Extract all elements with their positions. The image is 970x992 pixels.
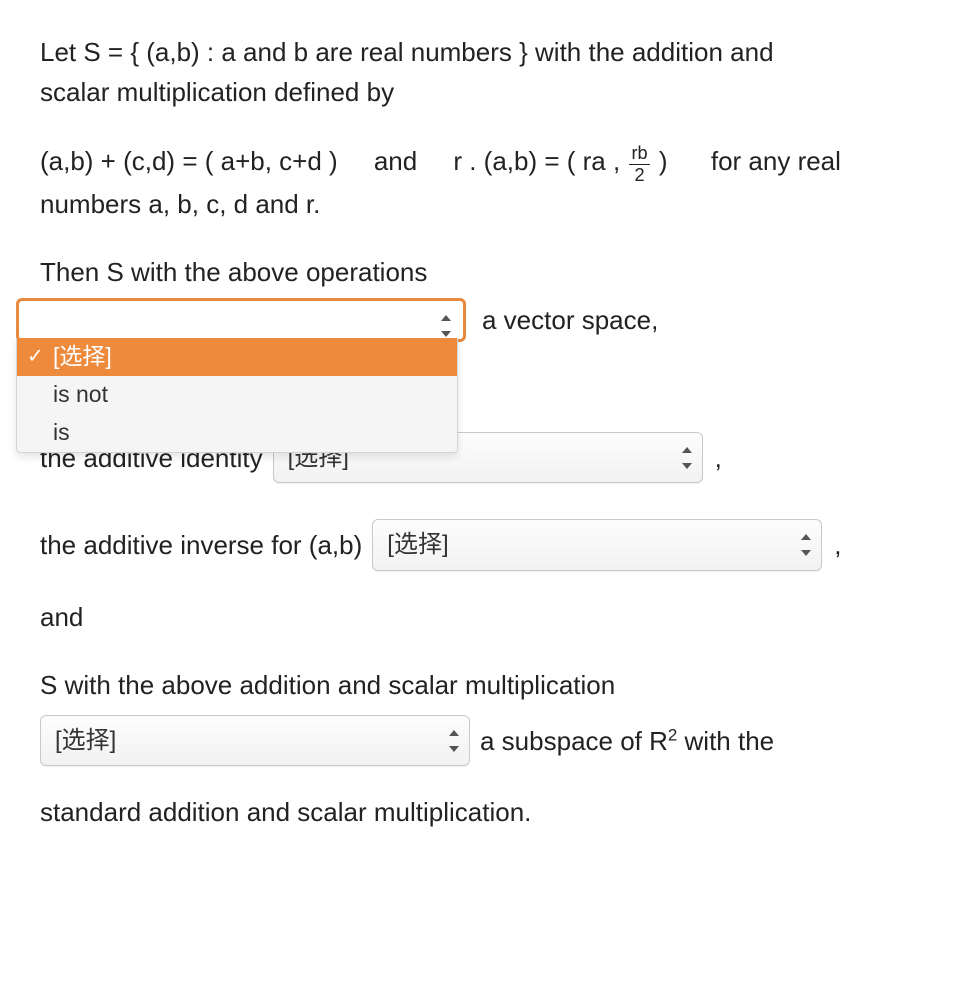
subspace-text-b: with the <box>677 726 774 756</box>
fraction-numerator: rb <box>629 144 649 163</box>
fraction-denominator: 2 <box>629 164 649 184</box>
blank-3-select[interactable]: [选择] <box>372 519 822 570</box>
numbers-list: numbers a, b, c, d and r. <box>40 189 320 219</box>
stepper-icon <box>439 315 453 337</box>
blank-1-select-open[interactable] <box>16 298 466 342</box>
stepper-icon <box>680 447 694 469</box>
intro-line-1: Let S = { (a,b) : a and b are real numbe… <box>40 37 774 67</box>
subspace-intro: S with the above addition and scalar mul… <box>40 665 930 705</box>
blank-1-row: ✓ [选择] is not is a vector space, <box>16 298 930 342</box>
option-label: [选择] <box>53 343 112 369</box>
select-value: [选择] <box>387 531 448 558</box>
addition-def: (a,b) + (c,d) = ( a+b, c+d ) <box>40 146 338 176</box>
blank-1-option-is[interactable]: is <box>17 414 457 452</box>
and-connector-line: and <box>40 597 930 637</box>
stepper-icon <box>799 534 813 556</box>
blank-4-row: [选择] a subspace of R2 with the <box>40 715 930 766</box>
blank-1-option-placeholder[interactable]: ✓ [选择] <box>17 338 457 376</box>
question-body: Let S = { (a,b) : a and b are real numbe… <box>0 0 970 901</box>
for-any-real: for any real <box>711 146 841 176</box>
comma-2: , <box>715 438 722 478</box>
and-connector: and <box>374 146 417 176</box>
fraction-rb-over-2: rb 2 <box>629 144 649 183</box>
stepper-icon <box>447 730 461 752</box>
option-label: is <box>53 419 70 445</box>
subspace-text: a subspace of R2 with the <box>480 721 774 761</box>
definition-line: (a,b) + (c,d) = ( a+b, c+d ) and r . (a,… <box>40 141 930 224</box>
r2-superscript: 2 <box>668 725 677 744</box>
additive-inverse-label: the additive inverse for (a,b) <box>40 525 362 565</box>
subspace-text-a: a subspace of R <box>480 726 668 756</box>
check-icon: ✓ <box>27 344 44 370</box>
select-value: [选择] <box>55 727 116 754</box>
blank-4-select[interactable]: [选择] <box>40 715 470 766</box>
blank-1-option-is-not[interactable]: is not <box>17 376 457 414</box>
after-blank-1-text: a vector space, <box>482 300 658 340</box>
then-s-line: Then S with the above operations <box>40 252 930 292</box>
comma-3: , <box>834 525 841 565</box>
scalar-def-pre: r . (a,b) = ( ra , <box>453 146 620 176</box>
blank-1-select-wrap: ✓ [选择] is not is <box>16 298 466 342</box>
scalar-def-post: ) <box>659 146 668 176</box>
blank-1-options-list: ✓ [选择] is not is <box>16 338 458 453</box>
intro-line-2: scalar multiplication defined by <box>40 77 394 107</box>
closing-line: standard addition and scalar multiplicat… <box>40 792 930 832</box>
blank-3-row: the additive inverse for (a,b) [选择] , <box>40 519 930 570</box>
intro-paragraph: Let S = { (a,b) : a and b are real numbe… <box>40 32 930 113</box>
option-label: is not <box>53 381 108 407</box>
